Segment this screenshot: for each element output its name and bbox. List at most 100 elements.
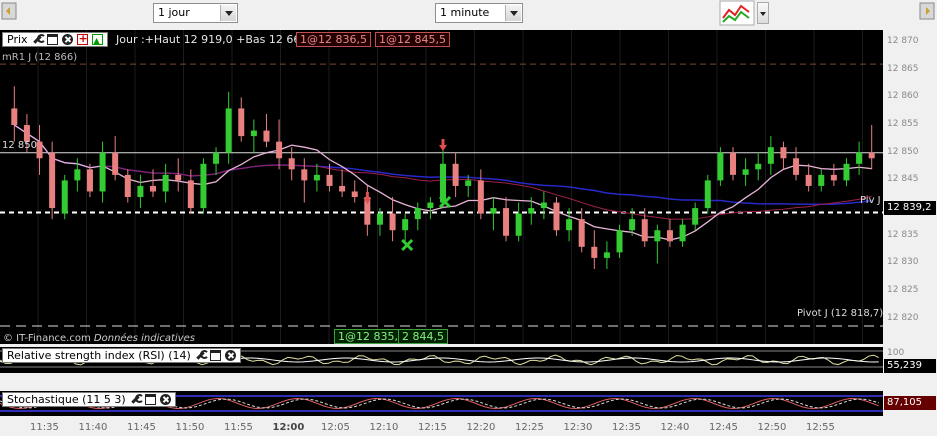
price-chart[interactable]	[0, 30, 883, 344]
close-icon[interactable]	[61, 34, 73, 45]
candle-body	[200, 163, 207, 209]
candle-body	[49, 152, 56, 209]
candle-body	[414, 208, 421, 220]
candle-body	[540, 202, 547, 209]
candle-body	[137, 185, 144, 198]
candle-body	[175, 174, 182, 181]
time-axis-tick: 12:05	[321, 422, 350, 433]
candle-body	[36, 141, 43, 159]
candle-body	[591, 246, 598, 258]
piv-label: Piv J	[860, 195, 881, 206]
chart-type-dropdown[interactable]	[757, 2, 769, 24]
window-icon[interactable]	[209, 350, 221, 361]
candle-body	[578, 219, 585, 247]
candle-body	[692, 208, 699, 225]
stochastic-pane[interactable]: Stochastique (11 5 3)	[0, 391, 883, 416]
wrench-icon[interactable]	[32, 34, 46, 45]
wrench-icon[interactable]	[130, 394, 144, 405]
scroll-right-button[interactable]	[917, 1, 937, 23]
time-axis-tick: 12:35	[612, 422, 641, 433]
candle-body	[843, 163, 850, 181]
candle-body	[704, 180, 711, 209]
period-select-value: 1 jour	[158, 6, 190, 19]
chart-type-button[interactable]	[719, 0, 755, 26]
pivot-label: Pivot J (12 818,7)	[797, 308, 884, 319]
candle-body	[793, 158, 800, 175]
price-axis-tick: 12 865	[887, 63, 919, 74]
time-axis-tick: 12:30	[563, 422, 593, 433]
price-axis-tick: 12 850	[887, 146, 919, 157]
period-select[interactable]: 1 jour	[153, 3, 238, 23]
candle-body	[276, 141, 283, 159]
window-icon[interactable]	[46, 34, 58, 45]
current-price-box: 12 839,2	[884, 201, 936, 215]
candle-body	[86, 169, 93, 192]
time-axis-tick: 11:40	[78, 422, 108, 433]
candle-body	[856, 152, 863, 164]
candle-body	[818, 174, 825, 186]
price-pane-title: Prix	[7, 33, 28, 46]
toolbar: 1 jour 1 minute	[0, 0, 937, 28]
price-axis-tick: 12 830	[887, 257, 919, 268]
candle-body	[389, 213, 396, 231]
wrench-icon[interactable]	[195, 350, 209, 361]
time-axis-tick: 12:55	[806, 422, 835, 433]
add-chart-icon[interactable]	[91, 34, 103, 47]
close-icon[interactable]	[224, 350, 236, 361]
time-axis-tick: 11:50	[175, 422, 205, 433]
indicative-text: Données indicatives	[93, 333, 195, 344]
candle-body	[288, 158, 295, 170]
price-axis-tick: 12 845	[887, 174, 919, 185]
time-axis-tick: 12:15	[418, 422, 447, 433]
candle-body	[351, 191, 358, 198]
price-chart-pane[interactable]: Prix Jour :+Haut 12 919,0 +Bas 12 664,6 …	[0, 30, 883, 344]
time-axis-tick: 12:25	[515, 422, 544, 433]
candle-body	[213, 152, 220, 164]
price-axis-tick: 12 820	[887, 312, 919, 323]
add-indicator-icon[interactable]	[76, 32, 88, 45]
candle-body	[830, 174, 837, 181]
price-pane-header: Prix	[2, 32, 108, 47]
rsi-value-box: 55,239	[884, 359, 936, 373]
candle-body	[755, 163, 762, 170]
copyright-text: © IT-Finance.com	[3, 333, 91, 344]
interval-select[interactable]: 1 minute	[435, 3, 523, 23]
stochastic-axis: 87,105	[883, 391, 937, 416]
candle-body	[742, 169, 749, 175]
window-icon[interactable]	[144, 394, 156, 405]
candle-body	[452, 163, 459, 186]
time-axis: 11:35 11:40 11:45 11:50 11:55 12:00 12:05 12:10…	[0, 419, 883, 436]
time-axis-tick: 12:45	[709, 422, 738, 433]
scroll-left-button[interactable]	[0, 1, 20, 23]
buy-signal-icon	[401, 238, 414, 252]
trading-app: 1 jour 1 minute Prix + ▲ Jour:+Haut 12 …	[0, 0, 937, 436]
candle-body	[465, 180, 472, 186]
chevron-down-icon[interactable]	[220, 5, 236, 21]
candle-body	[376, 213, 383, 225]
candle-body	[641, 219, 648, 242]
candle-body	[427, 202, 434, 209]
stochastic-pane-header: Stochastique (11 5 3)	[2, 392, 176, 407]
candle-body	[11, 108, 18, 126]
candle-body	[603, 252, 610, 258]
rsi-pane[interactable]: Relative strength index (RSI) (14)	[0, 347, 883, 373]
time-axis-tick: 12:00	[272, 422, 305, 433]
candle-body	[629, 219, 636, 231]
candle-body	[112, 152, 119, 175]
candle-body	[150, 185, 156, 192]
candle-body	[767, 147, 774, 164]
close-icon[interactable]	[159, 394, 171, 405]
price-axis-tick: 12 825	[887, 285, 919, 296]
candle-body	[225, 108, 232, 153]
rsi-pane-title: Relative strength index (RSI) (14)	[7, 349, 191, 362]
candle-body	[250, 130, 257, 137]
candle-body	[868, 152, 875, 159]
time-axis-tick: 12:40	[660, 422, 690, 433]
candle-body	[515, 213, 522, 236]
candle-body	[263, 130, 270, 142]
candle-body	[313, 174, 320, 181]
stochastic-pane-title: Stochastique (11 5 3)	[7, 393, 126, 406]
price-axis-tick: 12 835	[887, 229, 919, 240]
rsi-level-label: 100	[887, 348, 905, 358]
chevron-down-icon[interactable]	[505, 5, 521, 21]
